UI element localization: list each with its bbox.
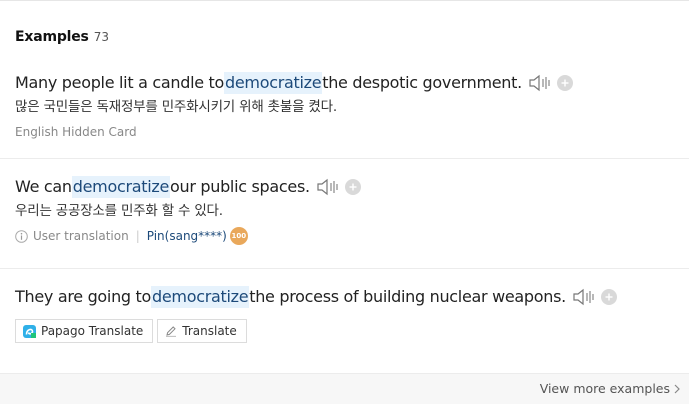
speaker-icon[interactable]: [316, 178, 340, 196]
top-border: [0, 0, 689, 1]
examples-header: Examples 73: [15, 29, 109, 47]
separator: |: [135, 229, 140, 243]
example-sentence: We can democratize our public spaces.: [15, 176, 361, 198]
speaker-icon[interactable]: [572, 288, 596, 306]
example-source: English Hidden Card: [15, 125, 137, 139]
info-icon[interactable]: [15, 229, 28, 243]
translate-button[interactable]: Translate: [157, 319, 247, 343]
example-sentence: They are going to democratize the proces…: [15, 286, 617, 308]
highlighted-word[interactable]: democratize: [224, 72, 323, 94]
add-icon[interactable]: [556, 75, 573, 91]
user-link[interactable]: Pin(sang****): [147, 228, 227, 244]
add-icon[interactable]: [344, 179, 361, 195]
pencil-icon: [166, 326, 177, 337]
example-item: We can democratize our public spaces. 우리…: [15, 176, 361, 245]
examples-title: Examples: [15, 29, 89, 45]
example-item: Many people lit a candle to democratize …: [15, 72, 573, 140]
papago-translate-button[interactable]: Papago Translate: [15, 319, 154, 343]
example-meta: User translation | Pin(sang****) 100: [15, 227, 361, 245]
chevron-right-icon: [674, 384, 680, 393]
example-sentence: Many people lit a candle to democratize …: [15, 72, 573, 94]
example-translation: 많은 국민들은 독재정부를 민주화시키기 위해 촛불을 켰다.: [15, 99, 337, 115]
view-more-link[interactable]: View more examples: [540, 381, 681, 396]
translate-buttons: Papago Translate Translate: [15, 319, 617, 343]
speaker-icon[interactable]: [528, 74, 552, 92]
divider: [0, 268, 689, 269]
user-translation-label: User translation: [33, 229, 129, 243]
examples-footer: View more examples: [0, 373, 689, 404]
highlighted-word[interactable]: democratize: [71, 176, 170, 198]
papago-logo-icon: [23, 324, 36, 338]
user-level-badge: 100: [229, 227, 248, 245]
divider: [0, 158, 689, 159]
example-translation: 우리는 공공장소를 민주화 할 수 있다.: [15, 203, 223, 219]
examples-count: 73: [93, 30, 109, 44]
add-icon[interactable]: [600, 289, 617, 305]
highlighted-word[interactable]: democratize: [151, 286, 250, 308]
example-item: They are going to democratize the proces…: [15, 286, 617, 343]
